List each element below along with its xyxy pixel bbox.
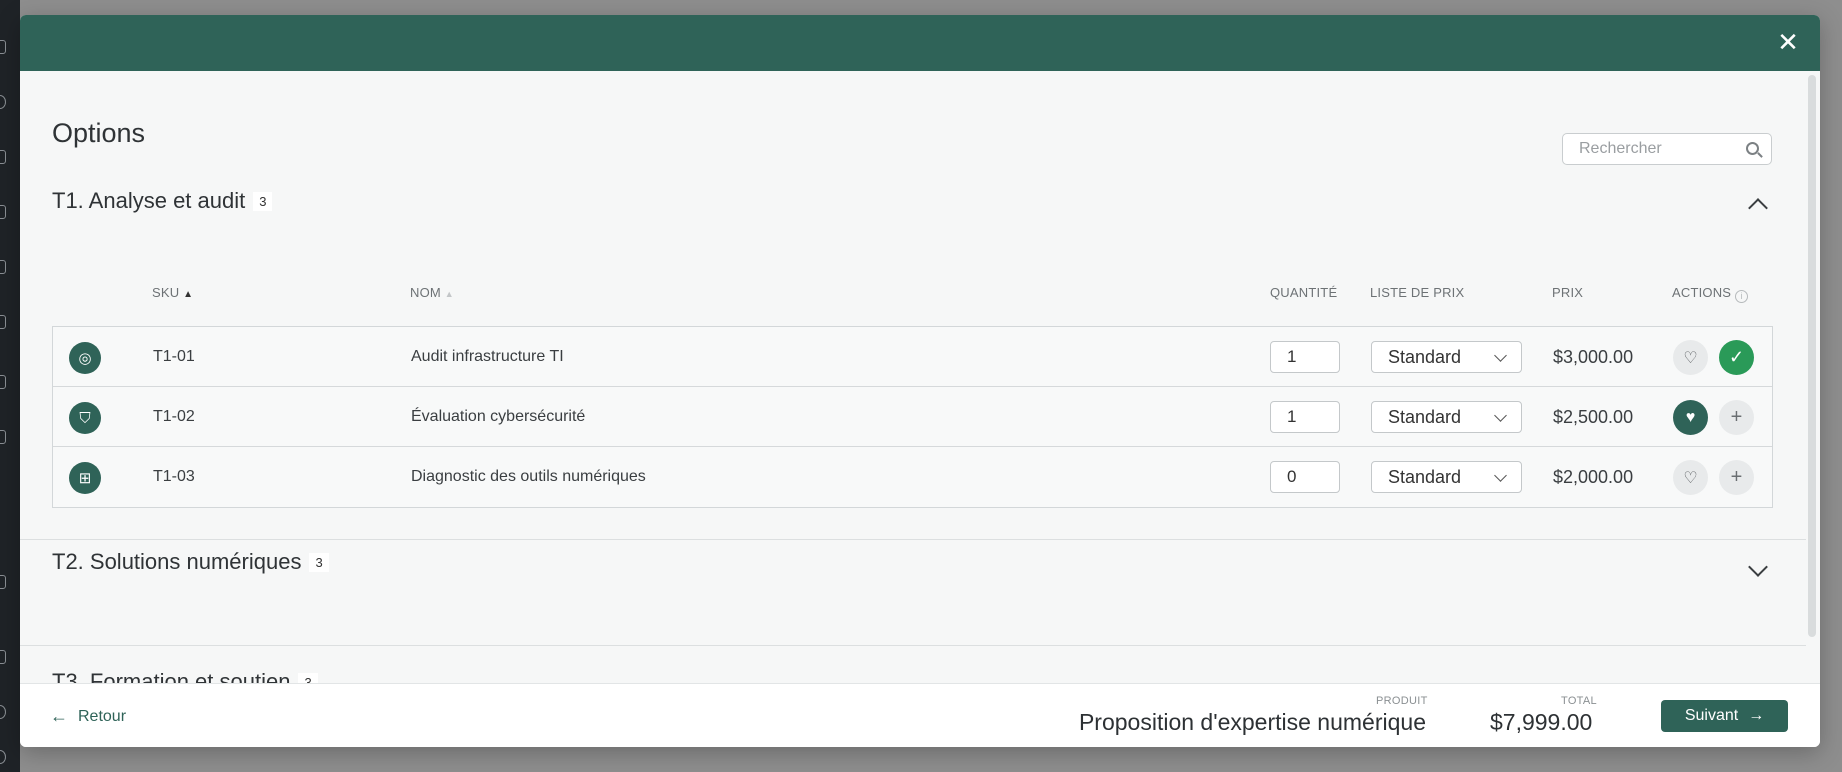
quantity-input[interactable]: 1 bbox=[1270, 341, 1340, 373]
column-header-actions: ACTIONS i bbox=[1672, 285, 1749, 303]
avatar bbox=[0, 750, 6, 764]
page-title: Options bbox=[52, 118, 146, 148]
column-header-prix: PRIX bbox=[1552, 285, 1584, 300]
name-cell: Audit infrastructure TI bbox=[411, 348, 564, 365]
heart-icon[interactable]: ♡ bbox=[1673, 460, 1708, 495]
background-sidebar bbox=[0, 0, 20, 772]
bracket-icon bbox=[0, 315, 6, 329]
product-label: PRODUIT bbox=[1376, 695, 1428, 707]
section-divider bbox=[20, 539, 1806, 540]
column-header-sku[interactable]: SKU ▲ bbox=[152, 285, 193, 300]
options-table: ◎ T1-01 Audit infrastructure TI 1 Standa… bbox=[52, 326, 1773, 508]
price-list-value: Standard bbox=[1388, 467, 1462, 487]
modal-footer: ← Retour PRODUIT Proposition d'expertise… bbox=[20, 683, 1820, 747]
section-title: T3. Formation et soutien bbox=[52, 669, 291, 683]
arrow-left-icon: ← bbox=[50, 706, 68, 726]
total-label: TOTAL bbox=[1561, 695, 1597, 707]
grid-plus-icon: ⊞ bbox=[69, 462, 101, 494]
section-header-t2[interactable]: T2. Solutions numériques 3 bbox=[52, 549, 329, 575]
chevron-down-icon bbox=[1494, 409, 1507, 422]
section-header-t3[interactable]: T3. Formation et soutien 3 bbox=[52, 669, 318, 683]
help-icon bbox=[0, 705, 6, 719]
clock-icon bbox=[0, 95, 6, 109]
document-icon bbox=[0, 150, 6, 164]
table-row: ⛉ T1-02 Évaluation cybersécurité 1 Stand… bbox=[53, 387, 1772, 447]
name-cell: Diagnostic des outils numériques bbox=[411, 468, 646, 485]
price-list-value: Standard bbox=[1388, 407, 1462, 427]
total-value: $7,999.00 bbox=[1490, 709, 1593, 735]
price-cell: $3,000.00 bbox=[1553, 347, 1634, 367]
price-list-select[interactable]: Standard bbox=[1371, 341, 1522, 373]
price-list-value: Standard bbox=[1388, 347, 1462, 367]
sort-icon: ▲ bbox=[444, 289, 454, 299]
section-header-t1[interactable]: T1. Analyse et audit 3 bbox=[52, 188, 273, 214]
close-icon[interactable]: ✕ bbox=[1774, 29, 1802, 57]
section-count-badge: 3 bbox=[253, 191, 273, 211]
target-icon: ◎ bbox=[69, 342, 101, 374]
chevron-up-icon[interactable] bbox=[1748, 198, 1768, 218]
back-button[interactable]: ← Retour bbox=[50, 706, 126, 727]
price-cell: $2,500.00 bbox=[1553, 407, 1634, 427]
options-modal: ✕ Options T1. Analyse et audit 3 SKU ▲ N… bbox=[20, 15, 1820, 747]
sku-cell: T1-01 bbox=[153, 348, 195, 365]
database-icon bbox=[0, 375, 6, 389]
section-title: T2. Solutions numériques bbox=[52, 549, 302, 574]
back-label: Retour bbox=[78, 707, 127, 725]
heart-icon[interactable]: ♡ bbox=[1673, 340, 1708, 375]
shield-check-icon: ⛉ bbox=[69, 402, 101, 434]
modal-header: ✕ bbox=[20, 15, 1820, 71]
price-cell: $2,000.00 bbox=[1553, 467, 1634, 487]
price-list-select[interactable]: Standard bbox=[1371, 461, 1522, 493]
scrollbar[interactable] bbox=[1808, 75, 1816, 637]
arrow-right-icon: → bbox=[1748, 707, 1765, 724]
table-row: ◎ T1-01 Audit infrastructure TI 1 Standa… bbox=[53, 327, 1772, 387]
sort-asc-icon: ▲ bbox=[183, 289, 194, 300]
list-icon bbox=[0, 430, 6, 444]
section-title: T1. Analyse et audit bbox=[52, 188, 246, 213]
gear-icon bbox=[0, 260, 6, 274]
column-header-nom[interactable]: NOM ▲ bbox=[410, 285, 454, 300]
price-list-select[interactable]: Standard bbox=[1371, 401, 1522, 433]
next-label: Suivant bbox=[1684, 707, 1739, 724]
info-icon[interactable]: i bbox=[1735, 290, 1749, 303]
quantity-input[interactable]: 0 bbox=[1270, 461, 1340, 493]
chevron-down-icon bbox=[1494, 469, 1507, 482]
chevron-down-icon bbox=[1494, 349, 1507, 362]
section-count-badge: 3 bbox=[298, 672, 318, 683]
search-icon[interactable] bbox=[1746, 142, 1759, 155]
table-row: ⊞ T1-03 Diagnostic des outils numériques… bbox=[53, 447, 1772, 507]
user-icon bbox=[0, 650, 6, 664]
plus-icon[interactable]: + bbox=[1719, 460, 1754, 495]
check-icon[interactable]: ✓ bbox=[1719, 340, 1754, 375]
plus-icon[interactable]: + bbox=[1719, 400, 1754, 435]
quantity-input[interactable]: 1 bbox=[1270, 401, 1340, 433]
next-button[interactable]: Suivant → bbox=[1661, 700, 1788, 732]
modal-body: Options T1. Analyse et audit 3 SKU ▲ NOM… bbox=[20, 71, 1806, 683]
product-value: Proposition d'expertise numérique bbox=[1078, 709, 1426, 735]
section-count-badge: 3 bbox=[309, 552, 329, 572]
org-icon bbox=[0, 205, 6, 219]
column-header-liste: LISTE DE PRIX bbox=[1370, 285, 1465, 300]
menu-icon bbox=[0, 575, 6, 589]
search-box bbox=[1562, 133, 1772, 165]
search-input[interactable] bbox=[1563, 134, 1733, 164]
sku-cell: T1-02 bbox=[153, 408, 195, 425]
section-divider bbox=[20, 645, 1806, 646]
heart-check-icon[interactable]: ♥ bbox=[1673, 400, 1708, 435]
column-header-quantite: QUANTITÉ bbox=[1270, 285, 1338, 300]
home-icon bbox=[0, 40, 6, 54]
chevron-down-icon[interactable] bbox=[1748, 557, 1768, 577]
sku-cell: T1-03 bbox=[153, 468, 195, 485]
name-cell: Évaluation cybersécurité bbox=[411, 408, 586, 425]
